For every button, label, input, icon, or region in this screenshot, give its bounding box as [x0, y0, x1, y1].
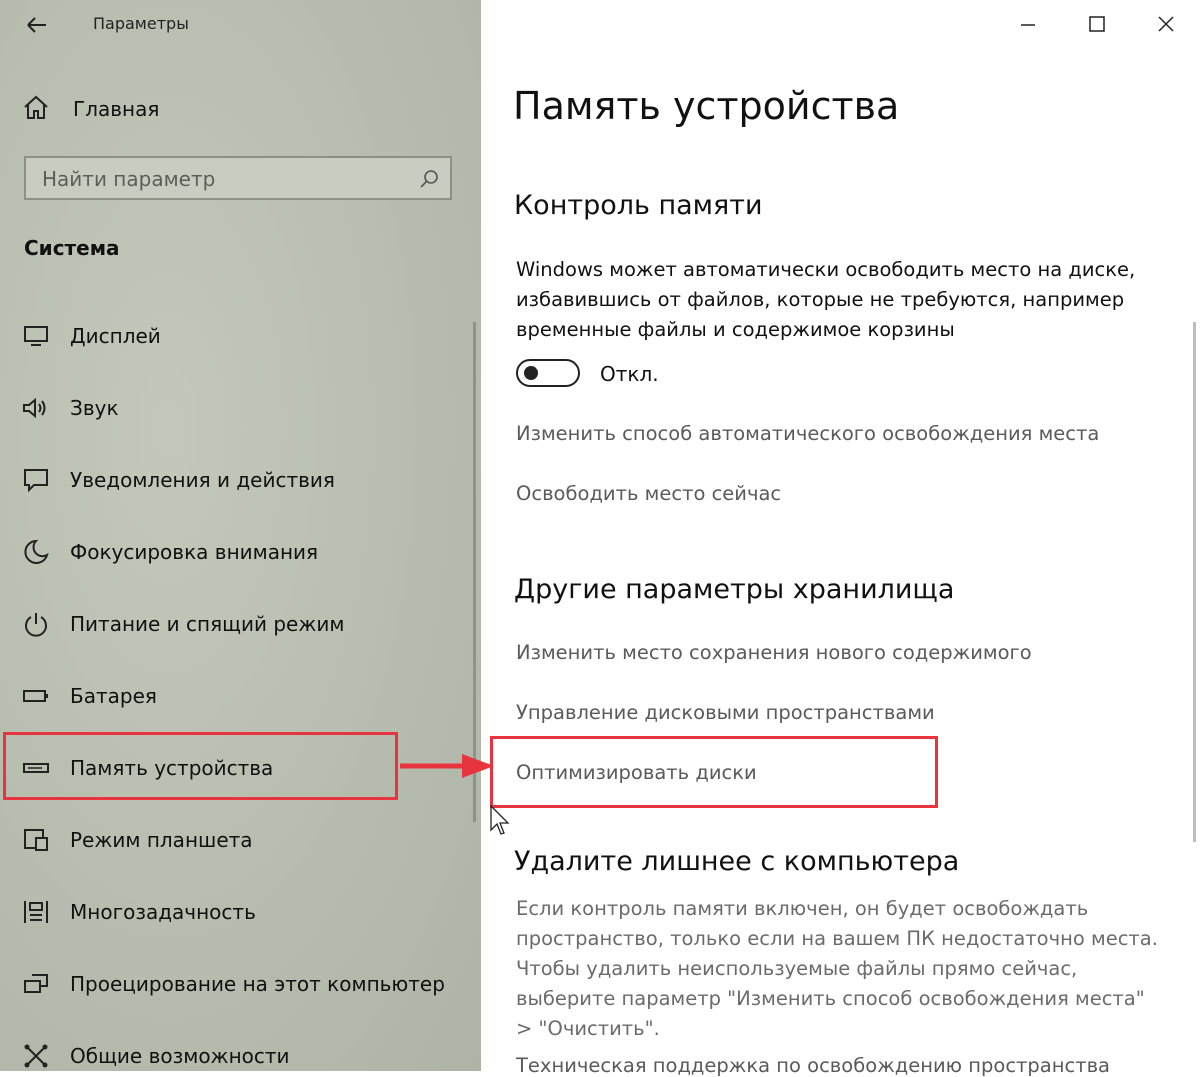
- toggle-knob: [524, 366, 538, 380]
- other-storage-heading: Другие параметры хранилища: [514, 574, 955, 605]
- sidebar-item-projecting[interactable]: Проецирование на этот компьютер: [20, 964, 460, 1004]
- sidebar-item-label: Батарея: [70, 684, 157, 708]
- sidebar-item-notifications[interactable]: Уведомления и действия: [20, 460, 460, 500]
- sidebar-scrollbar[interactable]: [473, 322, 476, 822]
- sidebar-item-label: Фокусировка внимания: [70, 540, 319, 564]
- notification-icon: [20, 464, 52, 496]
- arrow-icon: [398, 748, 498, 784]
- sidebar-item-label: Проецирование на этот компьютер: [70, 972, 445, 996]
- tablet-mode-icon: [20, 824, 52, 856]
- sidebar-item-label: Режим планшета: [70, 828, 253, 852]
- storage-sense-toggle[interactable]: [516, 359, 580, 387]
- sidebar-item-shared-experiences[interactable]: Общие возможности: [20, 1036, 460, 1076]
- app-title: Параметры: [93, 14, 189, 33]
- page-title: Память устройства: [513, 84, 900, 128]
- change-cleanup-link[interactable]: Изменить способ автоматического освобожд…: [516, 422, 1099, 445]
- close-icon[interactable]: [1152, 10, 1180, 38]
- storage-sense-heading: Контроль памяти: [514, 190, 763, 221]
- manage-storage-spaces-link[interactable]: Управление дисковыми пространствами: [516, 701, 935, 724]
- sidebar-item-sound[interactable]: Звук: [20, 388, 460, 428]
- sidebar-item-battery[interactable]: Батарея: [20, 676, 460, 716]
- sidebar: Параметры Главная Найти параметр Система…: [0, 0, 481, 1071]
- back-arrow-icon[interactable]: [22, 10, 52, 40]
- sidebar-item-label: Главная: [73, 97, 160, 121]
- battery-icon: [20, 680, 52, 712]
- sidebar-item-display[interactable]: Дисплей: [20, 316, 460, 356]
- sidebar-item-home[interactable]: Главная: [20, 92, 159, 126]
- sidebar-item-label: Дисплей: [70, 324, 161, 348]
- sidebar-item-label: Общие возможности: [70, 1044, 290, 1068]
- home-icon: [20, 91, 52, 127]
- projecting-icon: [20, 968, 52, 1000]
- search-input[interactable]: Найти параметр: [24, 156, 452, 200]
- main-scrollbar[interactable]: [1193, 322, 1196, 842]
- mouse-cursor-icon: [490, 804, 510, 837]
- sidebar-item-focus[interactable]: Фокусировка внимания: [20, 532, 460, 572]
- selected-item-highlight: [3, 732, 398, 800]
- optimize-highlight-box: [490, 736, 938, 808]
- search-placeholder: Найти параметр: [42, 167, 216, 191]
- toggle-state-label: Откл.: [600, 362, 659, 386]
- cleanup-heading: Удалите лишнее с компьютера: [514, 846, 960, 877]
- sidebar-item-multitasking[interactable]: Многозадачность: [20, 892, 460, 932]
- sidebar-item-tablet-mode[interactable]: Режим планшета: [20, 820, 460, 860]
- display-icon: [20, 320, 52, 352]
- shared-experiences-icon: [20, 1040, 52, 1072]
- sidebar-item-power[interactable]: Питание и спящий режим: [20, 604, 460, 644]
- free-space-now-link[interactable]: Освободить место сейчас: [516, 482, 781, 505]
- search-icon[interactable]: [418, 168, 440, 190]
- storage-sense-description: Windows может автоматически освободить м…: [516, 258, 1136, 341]
- minimize-icon[interactable]: [1014, 10, 1042, 38]
- sidebar-item-label: Многозадачность: [70, 900, 256, 924]
- sidebar-item-label: Уведомления и действия: [70, 468, 335, 492]
- cleanup-description: Если контроль памяти включен, он будет о…: [516, 897, 1158, 1040]
- support-link[interactable]: Техническая поддержка по освобождению пр…: [516, 1054, 1110, 1077]
- multitasking-icon: [20, 896, 52, 928]
- moon-icon: [20, 536, 52, 568]
- sidebar-item-label: Питание и спящий режим: [70, 612, 345, 636]
- section-title: Система: [24, 236, 120, 260]
- change-save-location-link[interactable]: Изменить место сохранения нового содержи…: [516, 641, 1032, 664]
- power-icon: [20, 608, 52, 640]
- speaker-icon: [20, 392, 52, 424]
- sidebar-item-label: Звук: [70, 396, 119, 420]
- maximize-icon[interactable]: [1083, 10, 1111, 38]
